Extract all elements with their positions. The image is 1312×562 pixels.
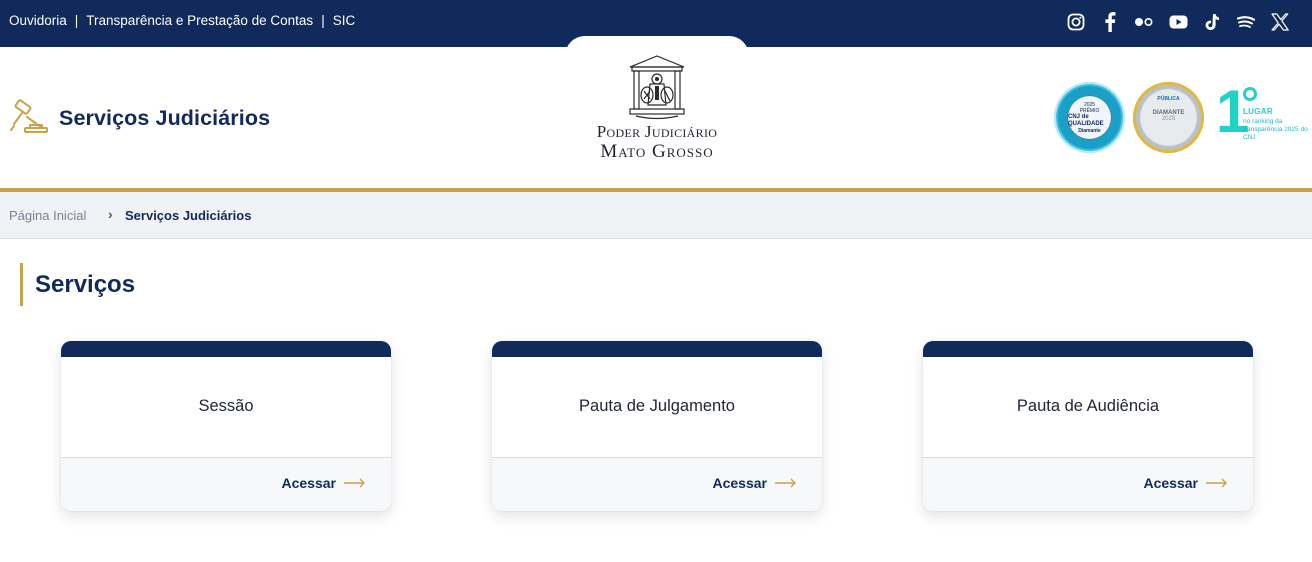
page-title: Serviços [20, 263, 135, 306]
service-card-pauta-julgamento[interactable]: Pauta de Julgamento Acessar [492, 341, 822, 511]
brand-title: Serviços Judiciários [59, 105, 271, 130]
breadcrumb-current: Serviços Judiciários [125, 208, 252, 223]
access-label: Acessar [1143, 475, 1199, 491]
breadcrumb: Página Inicial › Serviços Judiciários [0, 192, 1312, 239]
service-card-sessao[interactable]: Sessão Acessar [61, 341, 391, 511]
ordinal-indicator [1243, 87, 1257, 101]
card-cap [492, 341, 822, 357]
facebook-icon[interactable] [1100, 11, 1120, 33]
ranking-label: LUGAR [1243, 107, 1273, 116]
transparency-link[interactable]: Transparência e Prestação de Contas [86, 13, 313, 28]
cnj-badge-title: CNJ de QUALIDADE [1068, 113, 1104, 127]
access-link[interactable]: Acessar [282, 475, 367, 491]
arrow-right-icon [775, 478, 796, 488]
card-title: Pauta de Julgamento [579, 397, 735, 415]
arrow-right-icon [344, 478, 365, 488]
spotify-icon[interactable] [1236, 11, 1256, 33]
card-footer: Acessar [61, 457, 391, 511]
link-separator: | [321, 13, 325, 28]
arrow-right-icon [1206, 478, 1227, 488]
sic-link[interactable]: SIC [333, 13, 356, 28]
access-link[interactable]: Acessar [1144, 475, 1229, 491]
top-links: Ouvidoria | Transparência e Prestação de… [9, 13, 355, 28]
youtube-icon[interactable] [1168, 11, 1188, 33]
access-link[interactable]: Acessar [713, 475, 798, 491]
ranking-subtitle: no ranking da transparência 2025 do CNJ [1243, 118, 1308, 141]
card-footer: Acessar [492, 457, 822, 511]
cnj-quality-award-badge[interactable]: 2025 PRÊMIO CNJ de QUALIDADE Diamante [1054, 82, 1125, 153]
section-brand[interactable]: Serviços Judiciários [8, 97, 270, 139]
chevron-right-icon: › [108, 206, 113, 222]
court-seal-logo[interactable] [622, 53, 692, 123]
court-name-line1: Poder Judiciário [596, 122, 718, 141]
breadcrumb-home-link[interactable]: Página Inicial [9, 208, 86, 223]
service-card-pauta-audiencia[interactable]: Pauta de Audiência Acessar [923, 341, 1253, 511]
flickr-icon[interactable] [1134, 11, 1154, 33]
card-title: Sessão [198, 397, 254, 415]
social-links [1066, 11, 1290, 33]
card-title: Pauta de Audiência [1016, 397, 1160, 415]
access-label: Acessar [712, 475, 768, 491]
card-cap [61, 341, 391, 357]
instagram-icon[interactable] [1066, 11, 1086, 33]
card-cap [923, 341, 1253, 357]
ouvidoria-link[interactable]: Ouvidoria [9, 13, 67, 28]
site-header: Serviços Judiciários Poder Judiciário Ma… [0, 36, 1312, 188]
tiktok-icon[interactable] [1202, 11, 1222, 33]
cnj-badge-level: Diamante [1078, 127, 1101, 134]
transparency-badge-top: PÚBLICA [1157, 96, 1180, 102]
court-name-line2: Mato Grosso [600, 141, 714, 162]
x-twitter-icon[interactable] [1270, 11, 1290, 33]
transparency-ranking-badge[interactable]: 1 LUGAR no ranking da transparência 2025… [1216, 81, 1308, 153]
link-separator: | [74, 13, 79, 28]
transparency-badge-year: 2025 [1161, 116, 1176, 122]
gavel-icon [10, 99, 48, 133]
card-footer: Acessar [923, 457, 1253, 511]
access-label: Acessar [281, 475, 337, 491]
transparency-award-badge[interactable]: PÚBLICA DIAMANTE 2025 [1133, 82, 1204, 153]
court-name: Poder Judiciário Mato Grosso [557, 123, 757, 163]
